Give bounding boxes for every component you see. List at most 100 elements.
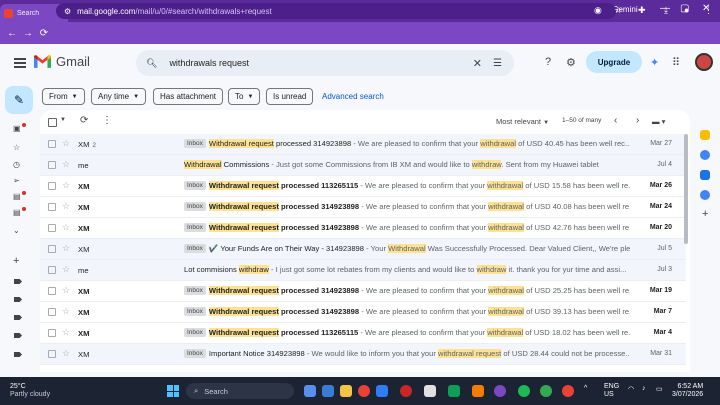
filter-from-chip[interactable]: From ▼: [42, 88, 85, 105]
gmail-logo[interactable]: Gmail: [34, 54, 90, 69]
email-row[interactable]: ☆ XM Inbox Withdrawal request processed 113…: [40, 176, 686, 197]
app-icon[interactable]: [400, 385, 412, 397]
reload-icon[interactable]: ⟳: [36, 28, 52, 39]
app-icon[interactable]: [472, 385, 484, 397]
more-chevron-icon[interactable]: ⌄: [13, 226, 20, 235]
inbox-icon[interactable]: ▣: [13, 124, 21, 133]
site-info-icon[interactable]: ⚙: [64, 7, 71, 16]
email-row[interactable]: ☆ XM 2 Inbox Withdrawal request processed 31…: [40, 134, 686, 155]
label-tag-icon[interactable]: [14, 315, 22, 320]
help-icon[interactable]: ?: [545, 56, 551, 68]
drafts-icon[interactable]: ▤: [13, 192, 21, 201]
address-bar[interactable]: ⚙ mail.google.com/mail/u/0/#search/withd…: [56, 3, 616, 19]
row-checkbox[interactable]: [48, 224, 56, 232]
weather-widget[interactable]: 25°C Partly cloudy: [10, 383, 50, 399]
spotify-icon[interactable]: [518, 385, 530, 397]
label-tag-icon[interactable]: [14, 352, 22, 357]
email-row[interactable]: ☆ me Withdrawal Commissions - Just got som…: [40, 155, 686, 176]
battery-icon[interactable]: ▭: [656, 385, 663, 393]
star-icon[interactable]: ☆: [62, 348, 70, 359]
email-row[interactable]: ☆ XM Inbox Withdrawal request processed 314…: [40, 218, 686, 239]
email-row[interactable]: ☆ XM Inbox Important Notice 314923898 - We …: [40, 344, 686, 365]
google-apps-icon[interactable]: ⠿: [672, 56, 680, 69]
browser-menu-icon[interactable]: ⋮: [704, 5, 713, 16]
split-pane-icon[interactable]: ▬ ▾: [652, 117, 665, 126]
inbox-label-badge[interactable]: Inbox: [184, 328, 206, 337]
forward-icon[interactable]: →: [20, 28, 36, 39]
row-checkbox[interactable]: [48, 350, 56, 358]
row-checkbox[interactable]: [48, 182, 56, 190]
search-icon[interactable]: 🔍︎: [146, 58, 157, 69]
star-icon[interactable]: ☆: [62, 264, 70, 275]
settings-gear-icon[interactable]: ⚙: [566, 56, 576, 69]
sent-icon[interactable]: ➢: [13, 176, 20, 185]
email-row[interactable]: ☆ XM Inbox Withdrawal request processed 314…: [40, 197, 686, 218]
starred-icon[interactable]: ☆: [13, 143, 20, 152]
star-icon[interactable]: ☆: [62, 138, 70, 149]
star-icon[interactable]: ☆: [62, 180, 70, 191]
star-icon[interactable]: ☆: [62, 201, 70, 212]
star-icon[interactable]: ☆: [62, 285, 70, 296]
row-checkbox[interactable]: [48, 308, 56, 316]
sort-dropdown[interactable]: Most relevant ▼: [496, 117, 549, 126]
email-row[interactable]: ☆ me Lot commisions withdraw - I just got …: [40, 260, 686, 281]
scheduled-icon[interactable]: ▤: [13, 208, 21, 217]
chrome-icon[interactable]: [358, 385, 370, 397]
chrome-active-icon[interactable]: [494, 385, 506, 397]
app-icon[interactable]: [424, 385, 436, 397]
show-hidden-icon[interactable]: ^: [584, 385, 587, 392]
snoozed-icon[interactable]: ◷: [13, 160, 20, 169]
inbox-label-badge[interactable]: Inbox: [184, 223, 206, 232]
taskbar-clock[interactable]: 6:52 AM 3/07/2026: [672, 383, 703, 399]
upgrade-button[interactable]: Upgrade: [586, 51, 642, 73]
app-icon[interactable]: [562, 385, 574, 397]
email-row[interactable]: ☆ XM Inbox Withdrawal request processed 314…: [40, 302, 686, 323]
star-icon[interactable]: ☆: [62, 306, 70, 317]
calendar-icon[interactable]: [700, 130, 710, 140]
label-tag-icon[interactable]: [14, 279, 22, 284]
clear-search-icon[interactable]: ✕: [473, 57, 482, 70]
row-checkbox[interactable]: [48, 203, 56, 211]
older-page-icon[interactable]: ›: [636, 115, 639, 126]
email-row[interactable]: ☆ XM Inbox Withdrawal request processed 113…: [40, 323, 686, 344]
email-row[interactable]: ☆ XM Inbox Withdrawal request processed 314…: [40, 281, 686, 302]
wifi-icon[interactable]: ◠: [628, 385, 634, 393]
filter-has-attachment-chip[interactable]: Has attachment: [153, 88, 224, 105]
newer-page-icon[interactable]: ‹: [614, 115, 617, 126]
inbox-label-badge[interactable]: Inbox: [184, 349, 206, 358]
app-icon[interactable]: [540, 385, 552, 397]
gemini-spark-icon[interactable]: ✦: [650, 56, 659, 69]
profile-icon[interactable]: ●: [684, 5, 689, 15]
scrollbar[interactable]: [684, 134, 688, 244]
task-view-icon[interactable]: [304, 385, 316, 397]
inbox-label-badge[interactable]: Inbox: [184, 244, 206, 253]
inbox-label-badge[interactable]: Inbox: [184, 202, 206, 211]
star-icon[interactable]: ☆: [62, 222, 70, 233]
bookmark-star-icon[interactable]: ☆: [614, 5, 622, 16]
refresh-icon[interactable]: ⟳: [80, 115, 88, 126]
contacts-icon[interactable]: [700, 190, 710, 200]
inbox-label-badge[interactable]: Inbox: [184, 139, 206, 148]
row-checkbox[interactable]: [48, 266, 56, 274]
volume-icon[interactable]: ♪: [642, 385, 646, 392]
widgets-icon[interactable]: [322, 385, 334, 397]
row-checkbox[interactable]: [48, 287, 56, 295]
app-icon[interactable]: [448, 385, 460, 397]
mail-search-input[interactable]: 🔍︎ withdrawals request ✕ ☰: [136, 50, 514, 76]
file-explorer-icon[interactable]: [340, 385, 352, 397]
taskbar-search[interactable]: ⌕ Search: [186, 383, 294, 399]
select-all-checkbox[interactable]: [48, 118, 57, 127]
main-menu-icon[interactable]: [14, 58, 26, 68]
add-label-icon[interactable]: +: [13, 255, 19, 267]
star-icon[interactable]: ☆: [62, 159, 70, 170]
row-checkbox[interactable]: [48, 329, 56, 337]
windows-start-icon[interactable]: [167, 385, 179, 397]
tasks-icon[interactable]: [700, 170, 710, 180]
compose-button[interactable]: ✎: [5, 86, 33, 114]
row-checkbox[interactable]: [48, 161, 56, 169]
search-options-icon[interactable]: ☰: [493, 58, 502, 69]
download-icon[interactable]: ⤓: [664, 5, 668, 16]
inbox-label-badge[interactable]: Inbox: [184, 286, 206, 295]
inbox-label-badge[interactable]: Inbox: [184, 307, 206, 316]
star-icon[interactable]: ☆: [62, 243, 70, 254]
